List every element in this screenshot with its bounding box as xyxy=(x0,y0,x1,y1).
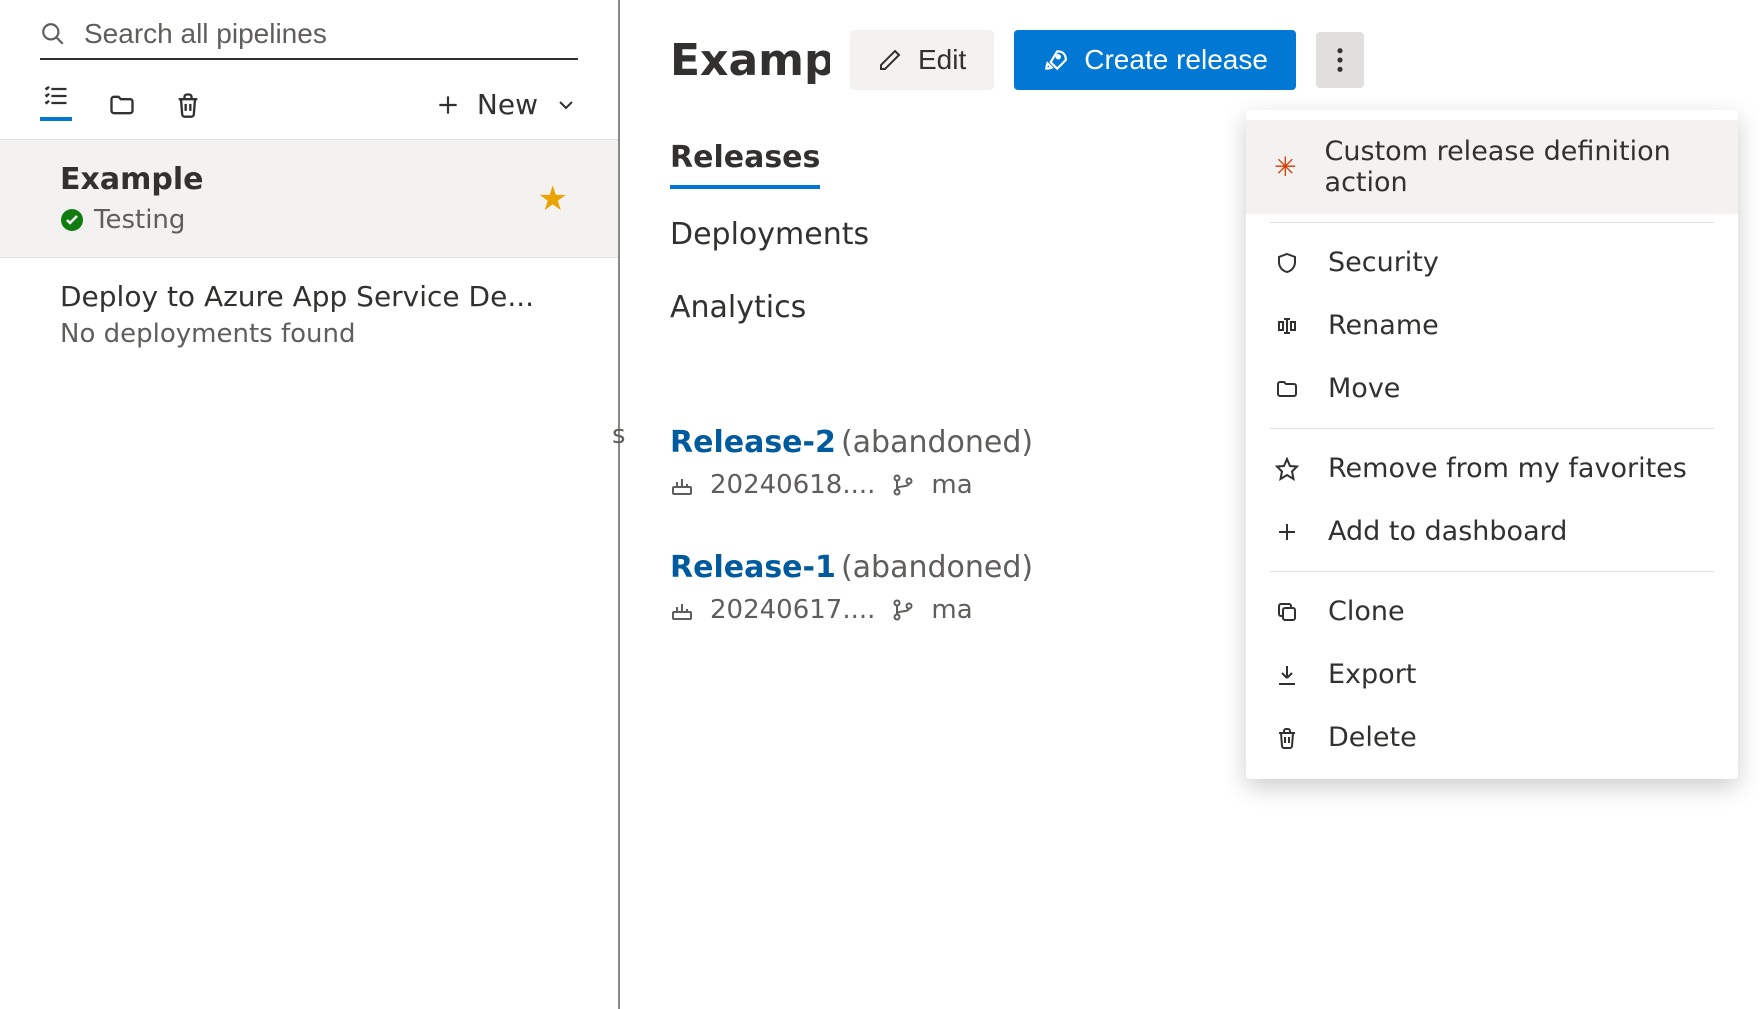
menu-item-add-dashboard[interactable]: Add to dashboard xyxy=(1246,500,1738,563)
new-label: New xyxy=(477,88,538,121)
edit-button[interactable]: Edit xyxy=(850,30,994,90)
success-icon xyxy=(60,208,84,232)
favorite-star-icon[interactable]: ★ xyxy=(538,179,568,219)
copy-icon xyxy=(1272,600,1302,624)
plus-icon xyxy=(1272,520,1302,544)
menu-item-custom-action[interactable]: ✳ Custom release definition action xyxy=(1246,120,1738,214)
page-title: Example xyxy=(670,35,830,86)
search-input[interactable] xyxy=(84,18,578,50)
menu-item-clone[interactable]: Clone xyxy=(1246,580,1738,643)
pipeline-title: Deploy to Azure App Service De... xyxy=(60,280,578,313)
list-view-icon[interactable] xyxy=(40,89,72,121)
plus-icon xyxy=(435,92,461,118)
menu-separator xyxy=(1270,428,1714,429)
pipeline-item-deploy[interactable]: Deploy to Azure App Service De... No dep… xyxy=(0,258,618,371)
folder-icon[interactable] xyxy=(106,89,138,121)
build-icon xyxy=(670,598,694,622)
pipeline-title: Example xyxy=(60,162,578,197)
pipeline-sub: No deployments found xyxy=(60,319,578,349)
header-row: Example Edit Create release xyxy=(670,30,1710,90)
menu-item-rename[interactable]: Rename xyxy=(1246,294,1738,357)
context-menu: ✳ Custom release definition action Secur… xyxy=(1246,110,1738,779)
rocket-icon xyxy=(1042,47,1068,73)
search-icon xyxy=(40,21,66,47)
release-status: (abandoned) xyxy=(841,550,1033,585)
sparkle-icon: ✳ xyxy=(1272,152,1299,183)
release-name[interactable]: Release-2 xyxy=(670,425,836,460)
pipeline-item-example[interactable]: Example Testing ★ xyxy=(0,140,618,258)
more-vertical-icon xyxy=(1336,46,1344,74)
branch-icon xyxy=(891,598,915,622)
chevron-down-icon xyxy=(554,93,578,117)
tab-releases[interactable]: Releases xyxy=(670,140,820,189)
sidebar-toolbar: New xyxy=(0,60,618,139)
cutoff-text: s xyxy=(612,420,626,450)
build-icon xyxy=(670,473,694,497)
menu-separator xyxy=(1270,571,1714,572)
pencil-icon xyxy=(878,48,902,72)
menu-item-remove-favorite[interactable]: Remove from my favorites xyxy=(1246,437,1738,500)
left-sidebar: New Example Testing ★ Deploy to Azure Ap… xyxy=(0,0,620,1009)
shield-icon xyxy=(1272,251,1302,275)
search-box[interactable] xyxy=(40,10,578,60)
rename-icon xyxy=(1272,314,1302,338)
more-actions-button[interactable] xyxy=(1316,32,1364,88)
menu-item-move[interactable]: Move xyxy=(1246,357,1738,420)
menu-item-security[interactable]: Security xyxy=(1246,231,1738,294)
menu-item-delete[interactable]: Delete xyxy=(1246,706,1738,769)
menu-item-export[interactable]: Export xyxy=(1246,643,1738,706)
trash-icon xyxy=(1272,726,1302,750)
trash-icon[interactable] xyxy=(172,89,204,121)
menu-separator xyxy=(1270,222,1714,223)
new-button[interactable]: New xyxy=(435,88,578,121)
folder-icon xyxy=(1272,377,1302,401)
create-release-button[interactable]: Create release xyxy=(1014,30,1296,90)
download-icon xyxy=(1272,663,1302,687)
pipeline-status: Testing xyxy=(60,205,578,235)
release-status: (abandoned) xyxy=(841,425,1033,460)
release-name[interactable]: Release-1 xyxy=(670,550,836,585)
main-content: s Example Edit Create release Releases D… xyxy=(620,0,1760,1009)
star-outline-icon xyxy=(1272,457,1302,481)
branch-icon xyxy=(891,473,915,497)
